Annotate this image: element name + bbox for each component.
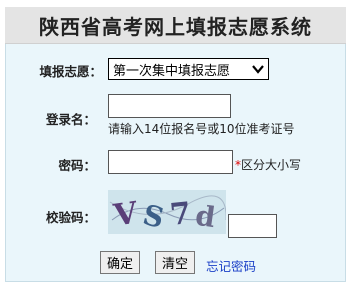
login-panel	[5, 7, 346, 282]
forgot-password-link[interactable]: 忘记密码	[206, 256, 256, 275]
volunteer-select-value: 第一次集中填报志愿	[113, 63, 231, 79]
captcha-graphic: V S 7 d	[108, 190, 227, 235]
confirm-button[interactable]: 确定	[100, 251, 141, 274]
password-input[interactable]	[108, 150, 233, 174]
login-label: 登录名：	[45, 112, 96, 127]
header-bar: 陕西省高考网上填报志愿系统	[5, 7, 346, 44]
svg-text:7: 7	[168, 196, 192, 233]
volunteer-select[interactable]: 第一次集中填报志愿	[108, 58, 269, 80]
volunteer-label: 填报志愿：	[39, 64, 102, 79]
captcha-image[interactable]: V S 7 d	[108, 190, 227, 235]
captcha-input[interactable]	[228, 214, 277, 238]
clear-button[interactable]: 清空	[155, 251, 196, 274]
chevron-down-icon	[252, 65, 264, 74]
password-hint-wrap: *区分大小写	[235, 156, 301, 173]
login-hint: 请输入14位报名号或10位准考证号	[108, 122, 295, 136]
captcha-label: 校验码：	[45, 210, 96, 225]
password-hint: 区分大小写	[241, 158, 302, 172]
password-label: 密码：	[58, 158, 96, 173]
login-name-input[interactable]	[108, 94, 231, 118]
page-title: 陕西省高考网上填报志愿系统	[39, 14, 312, 39]
